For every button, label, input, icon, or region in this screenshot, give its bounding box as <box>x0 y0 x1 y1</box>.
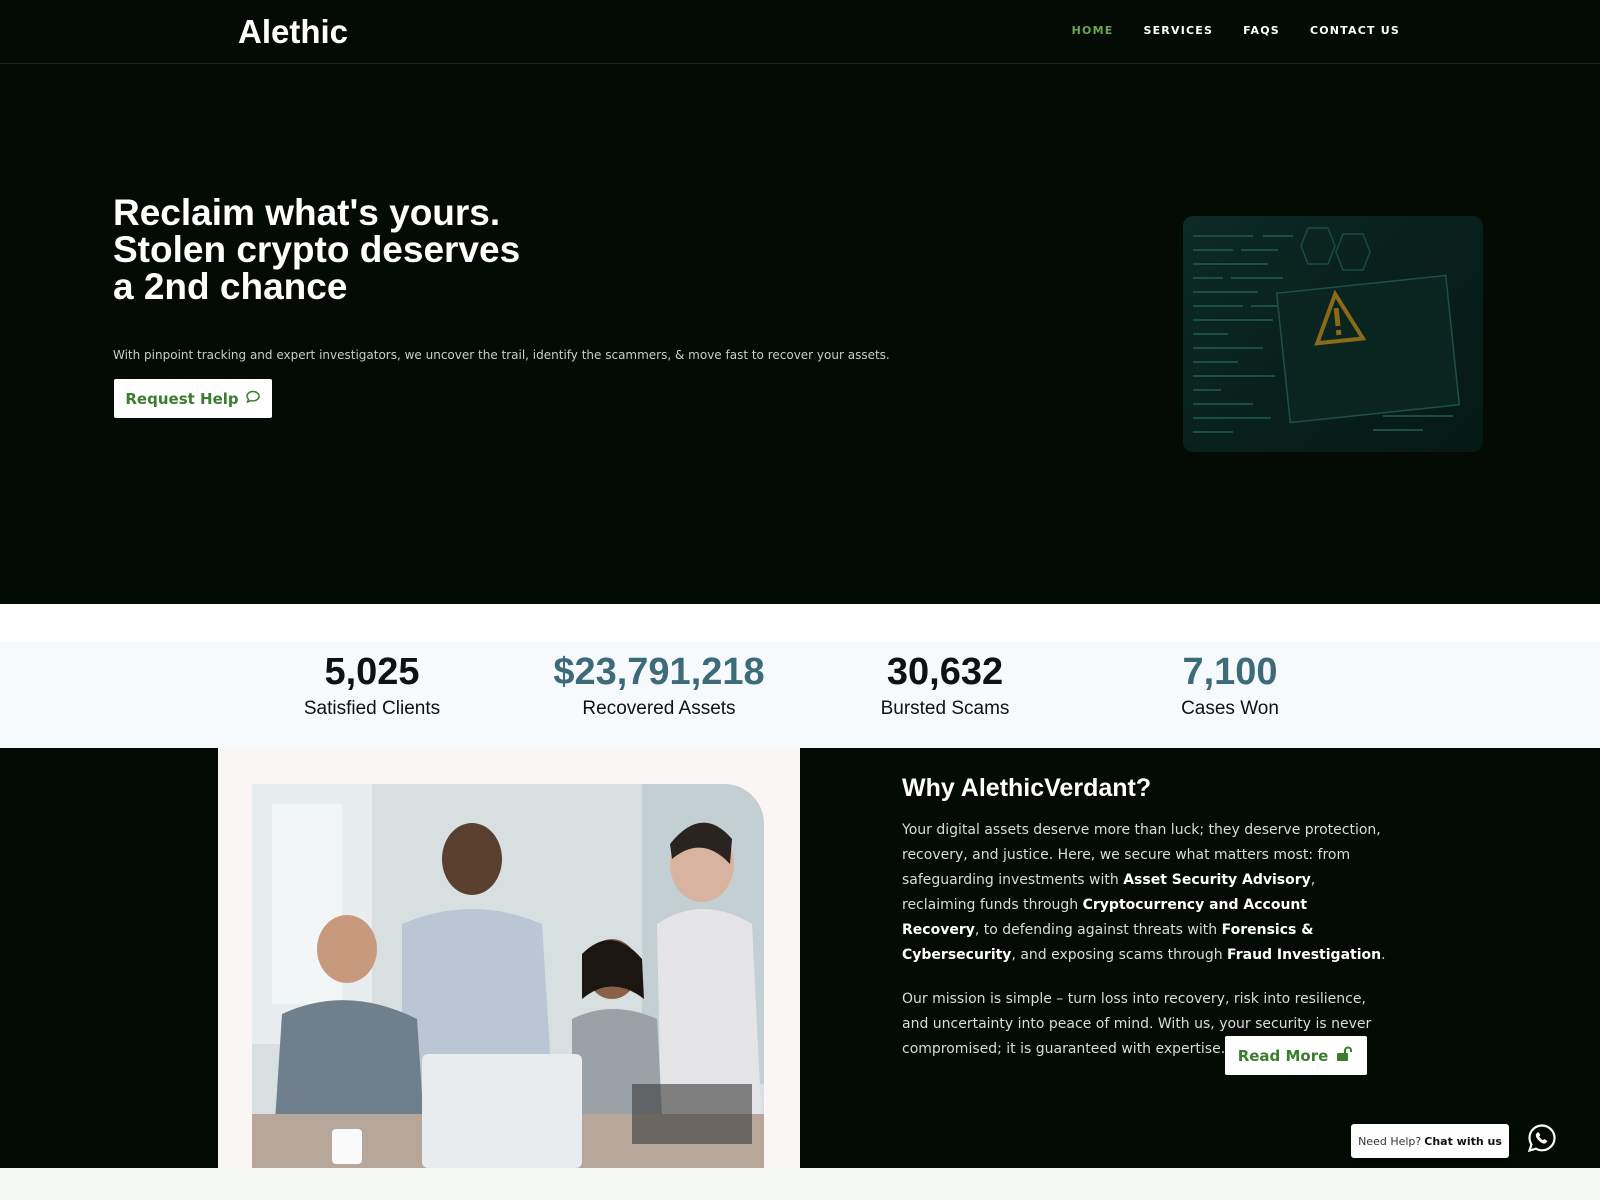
hero-title-line: Reclaim what's yours. <box>113 192 501 233</box>
whatsapp-chat-button[interactable] <box>1516 1114 1568 1166</box>
stat-label: Cases Won <box>1181 698 1279 719</box>
read-more-button[interactable]: Read More <box>1225 1036 1367 1075</box>
why-text-segment: , and exposing scams through <box>1011 947 1228 963</box>
site-header: Alethic HOME SERVICES FAQS CONTACT US <box>0 0 1600 64</box>
system-hacked-image <box>1183 216 1483 452</box>
request-help-button[interactable]: Request Help <box>114 379 272 418</box>
service-asset-security: Asset Security Advisory <box>1123 872 1311 888</box>
stat-value: 7,100 <box>1182 651 1278 693</box>
why-text-segment: , to defending against threats with <box>974 922 1222 938</box>
hero-section: Reclaim what's yours. Stolen crypto dese… <box>0 64 1600 604</box>
stat-bursted-scams: 30,632 Bursted Scams <box>795 648 1095 720</box>
stat-value: 5,025 <box>324 651 420 693</box>
stats-spacer <box>0 604 1600 642</box>
stat-cases-won: 7,100 Cases Won <box>1080 648 1380 720</box>
nav-contact-us[interactable]: CONTACT US <box>1310 24 1400 37</box>
why-paragraph-1: Your digital assets deserve more than lu… <box>902 818 1387 968</box>
stat-label: Recovered Assets <box>582 698 736 719</box>
stat-satisfied-clients: 5,025 Satisfied Clients <box>222 648 522 720</box>
why-title: Why AlethicVerdant? <box>902 774 1152 802</box>
team-photo <box>252 784 764 1168</box>
nav-faqs[interactable]: FAQS <box>1243 24 1280 37</box>
nav-services[interactable]: SERVICES <box>1143 24 1213 37</box>
unlock-icon <box>1336 1046 1354 1066</box>
read-more-label: Read More <box>1237 1046 1329 1065</box>
site-logo[interactable]: Alethic <box>238 13 348 51</box>
request-help-label: Request Help <box>125 389 239 408</box>
nav-home[interactable]: HOME <box>1072 24 1114 37</box>
service-fraud-investigation: Fraud Investigation <box>1227 947 1382 963</box>
hero-subtitle: With pinpoint tracking and expert invest… <box>113 348 890 362</box>
stat-label: Bursted Scams <box>880 698 1010 719</box>
hero-title-line: Stolen crypto deserves <box>113 229 521 270</box>
stat-value: 30,632 <box>886 651 1004 693</box>
why-text-segment: . <box>1381 947 1386 963</box>
chat-bubble-icon <box>245 389 261 409</box>
stat-value: $23,791,218 <box>553 651 765 693</box>
chat-prompt-prefix: Need Help? <box>1358 1134 1422 1148</box>
next-section-strip <box>0 1168 1600 1200</box>
why-body: Your digital assets deserve more than lu… <box>902 818 1387 1062</box>
about-section: Why AlethicVerdant? Your digital assets … <box>0 748 1600 1168</box>
main-nav: HOME SERVICES FAQS CONTACT US <box>1072 24 1400 37</box>
chat-prompt-bubble[interactable]: Need Help? Chat with us <box>1351 1124 1509 1158</box>
hero-title: Reclaim what's yours. Stolen crypto dese… <box>113 194 573 305</box>
stats-bar: 5,025 Satisfied Clients $23,791,218 Reco… <box>0 642 1600 748</box>
whatsapp-icon <box>1526 1122 1558 1159</box>
hero-title-line: a 2nd chance <box>113 266 348 307</box>
team-photo-card <box>218 748 800 1168</box>
stat-label: Satisfied Clients <box>303 698 441 719</box>
chat-prompt-action: Chat with us <box>1424 1134 1502 1148</box>
stat-recovered-assets: $23,791,218 Recovered Assets <box>509 648 809 720</box>
